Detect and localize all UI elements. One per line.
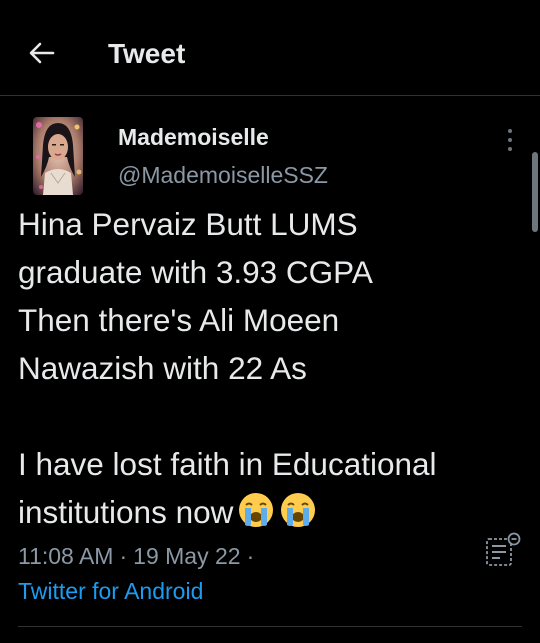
avatar[interactable] (33, 117, 83, 195)
more-options-button[interactable] (496, 122, 524, 158)
analytics-icon (486, 532, 521, 566)
author-display-name[interactable]: Mademoiselle (118, 122, 269, 152)
author-handle[interactable]: @MademoiselleSSZ (118, 160, 328, 190)
top-bar: Tweet (0, 0, 540, 96)
tweet-time: 11:08 AM (18, 543, 114, 569)
loudly-crying-face-icon (281, 493, 316, 527)
tweet-text: Hina Pervaiz Butt LUMS graduate with 3.9… (18, 206, 437, 530)
more-dots-icon (508, 129, 512, 133)
loudly-crying-face-icon (239, 493, 274, 527)
divider (18, 626, 522, 627)
separator: · (119, 543, 128, 569)
separator: · (246, 543, 255, 569)
tweet-body: Hina Pervaiz Butt LUMS graduate with 3.9… (18, 200, 533, 536)
view-analytics-button[interactable] (484, 532, 524, 568)
tweet-date: 19 May 22 (133, 543, 241, 569)
tweet-source-link[interactable]: Twitter for Android (18, 575, 203, 607)
page-title: Tweet (108, 38, 186, 69)
tweet-timestamp[interactable]: 11:08 AM · 19 May 22 · (18, 540, 260, 572)
back-button[interactable] (22, 33, 62, 73)
arrow-left-icon (29, 42, 55, 64)
tweet-page: Tweet Mademoiselle @MademoiselleSSZ Hina… (0, 0, 540, 643)
